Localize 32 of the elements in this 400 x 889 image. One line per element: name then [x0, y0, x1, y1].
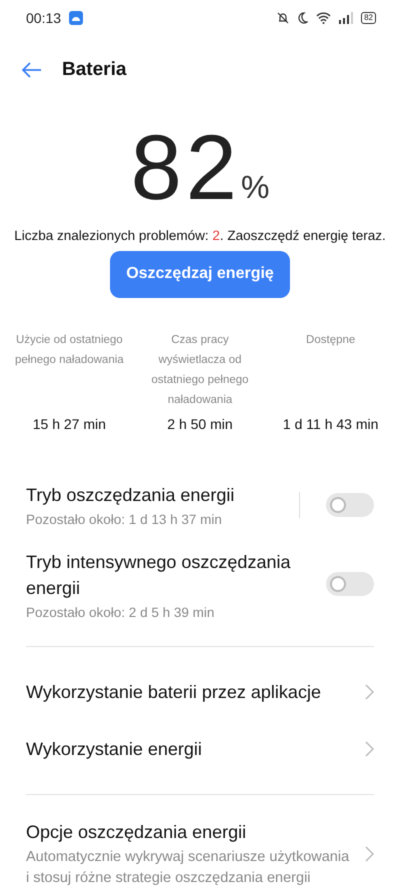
chevron-icon [365, 741, 374, 758]
setting-title: Tryb oszczędzania energii [26, 484, 236, 508]
signal-icon [339, 12, 354, 24]
battery-indicator: 82 [361, 12, 376, 24]
stat-label: Czas pracy wyświetlacza od ostatniego pełnego naładowania [150, 333, 250, 408]
battery-percentage: 82 [130, 122, 241, 214]
muted-bell-icon [277, 12, 290, 24]
moon-icon [297, 12, 308, 24]
stat-label: Użycie od ostatniego pełnego naładowania [14, 333, 125, 368]
toggle-switch[interactable] [326, 572, 374, 596]
wifi-icon [316, 12, 332, 24]
status-time: 00:13 [26, 10, 62, 26]
problems-message: Liczba znalezionych problemów: 2. Zaoszczędź energię teraz. [13, 228, 387, 242]
page-title: Bateria [62, 58, 126, 81]
setting-subtitle: Pozostało około: 2 d 5 h 39 min [26, 604, 216, 620]
stat-label: Dostępne [306, 333, 356, 348]
setting-subtitle: Pozostało około: 1 d 13 h 37 min [26, 512, 223, 528]
back-icon[interactable] [22, 62, 42, 78]
chevron-icon [365, 846, 374, 862]
app-notification-icon [69, 10, 84, 25]
stat-value: 1 d 11 h 43 min [282, 416, 378, 432]
stat-value: 15 h 27 min [32, 416, 106, 432]
setting-title[interactable]: Opcje oszczędzania energii [26, 818, 353, 845]
setting-subtitle: Automatycznie wykrywaj scenariusze użytkowania i stosuj różne strategie oszczędzania energii [26, 848, 350, 888]
save-energy-button[interactable]: Oszczędzaj energię [110, 250, 290, 298]
stat-value: 2 h 50 min [167, 416, 233, 432]
percent-unit: % [240, 168, 270, 206]
menu-item[interactable]: Wykorzystanie baterii przez aplikacje [26, 678, 365, 705]
chevron-icon [365, 684, 374, 700]
setting-title: Tryb intensywnego oszczędzania energii [26, 550, 292, 600]
toggle-switch[interactable] [326, 492, 374, 517]
menu-item[interactable]: Wykorzystanie energii [26, 736, 365, 762]
